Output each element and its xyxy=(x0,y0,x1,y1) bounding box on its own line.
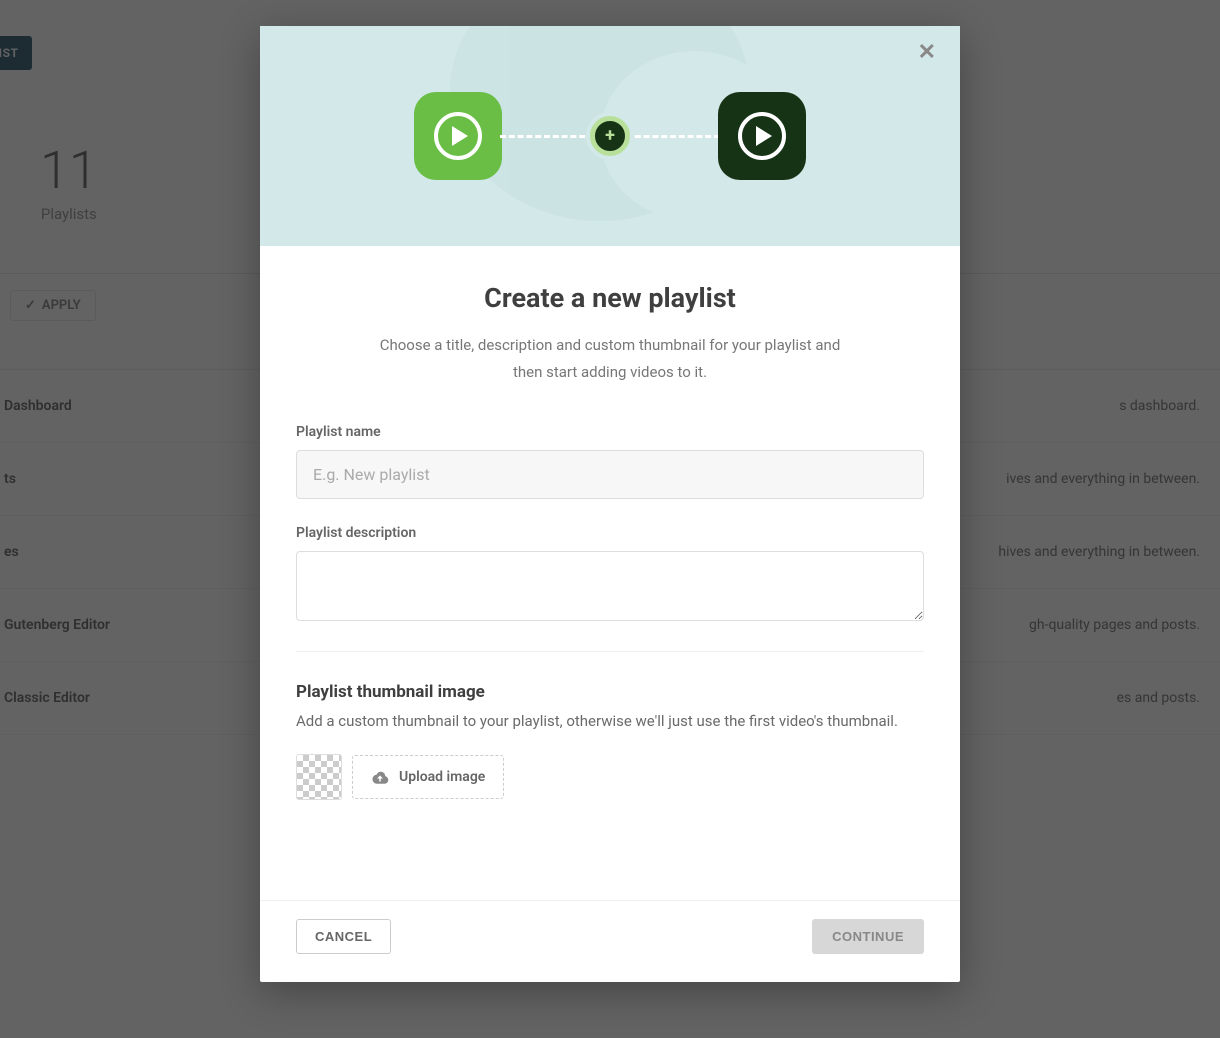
hero-illustration: + xyxy=(414,92,806,180)
upload-image-button[interactable]: Upload image xyxy=(352,755,504,799)
playlist-description-label: Playlist description xyxy=(296,525,924,541)
modal-subtitle: Choose a title, description and custom t… xyxy=(370,332,850,386)
divider xyxy=(296,651,924,652)
playlist-description-field: Playlist description xyxy=(296,525,924,625)
playlist-description-input[interactable] xyxy=(296,551,924,621)
close-icon[interactable]: ✕ xyxy=(918,42,936,64)
thumbnail-heading: Playlist thumbnail image xyxy=(296,682,924,702)
modal-footer: CANCEL CONTINUE xyxy=(260,900,960,982)
thumbnail-description: Add a custom thumbnail to your playlist,… xyxy=(296,712,924,730)
modal-hero: ✕ + xyxy=(260,26,960,246)
connector-line xyxy=(500,135,594,138)
play-icon xyxy=(414,92,502,180)
cloud-upload-icon xyxy=(371,770,389,784)
upload-image-label: Upload image xyxy=(399,769,485,785)
continue-button[interactable]: CONTINUE xyxy=(812,919,924,954)
playlist-name-input[interactable] xyxy=(296,450,924,499)
play-icon xyxy=(718,92,806,180)
modal-overlay[interactable]: ✕ + Create a new playlist Choose a title… xyxy=(0,0,1220,1038)
modal-title: Create a new playlist xyxy=(296,282,924,314)
thumbnail-row: Upload image xyxy=(296,754,924,800)
playlist-name-field: Playlist name xyxy=(296,424,924,499)
connector-line xyxy=(626,135,720,138)
playlist-name-label: Playlist name xyxy=(296,424,924,440)
create-playlist-modal: ✕ + Create a new playlist Choose a title… xyxy=(260,26,960,982)
cancel-button[interactable]: CANCEL xyxy=(296,919,391,954)
plus-icon: + xyxy=(590,116,630,156)
modal-body: Create a new playlist Choose a title, de… xyxy=(260,246,960,900)
thumbnail-preview[interactable] xyxy=(296,754,342,800)
